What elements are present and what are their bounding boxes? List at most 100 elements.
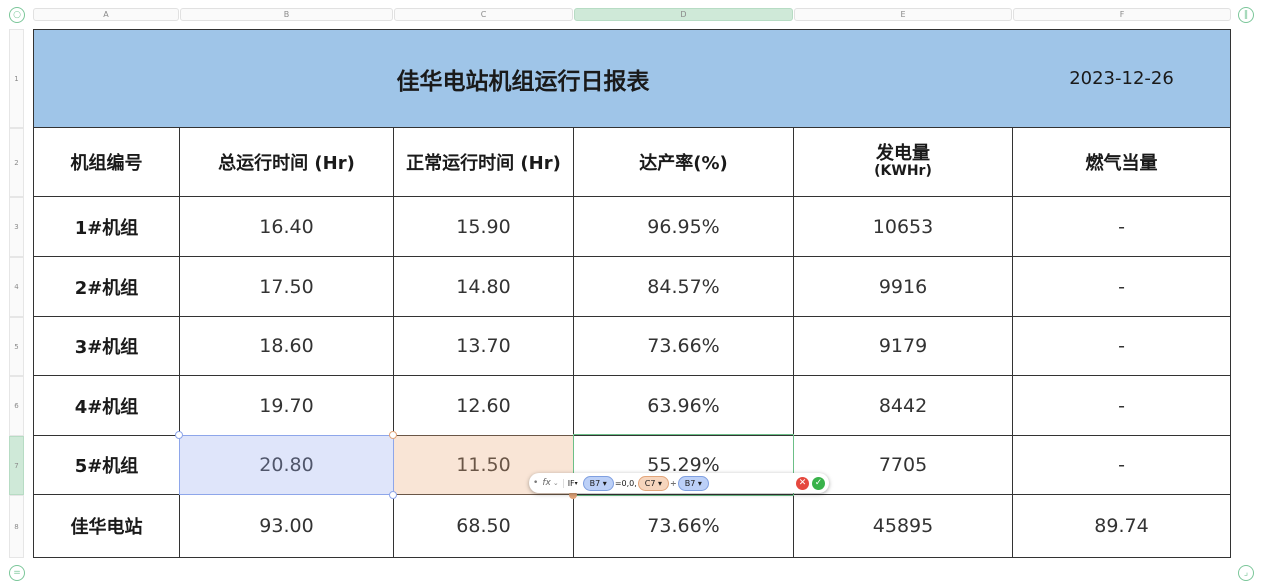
column-header-a[interactable]: A [33, 8, 179, 21]
header-label: 正常运行时间 (Hr) [406, 153, 561, 174]
select-all-circle-icon[interactable]: ○ [9, 7, 25, 23]
cell-unit[interactable]: 2#机组 [34, 257, 180, 317]
header-label: 发电量 [876, 143, 930, 165]
column-header-d[interactable]: D [574, 8, 793, 21]
row-header-8[interactable]: 8 [9, 495, 24, 558]
header-output-rate[interactable]: 达产率(%) [574, 128, 794, 197]
formula-editor[interactable]: • fx ⌄ IF ▾ B7 ▾ =0,0, C7 ▾ ÷ B7 ▾ ✕ ✓ [529, 473, 829, 493]
cell-unit[interactable]: 4#机组 [34, 376, 180, 436]
cell-normal-runtime[interactable]: 12.60 [394, 376, 574, 436]
formula-token-c7[interactable]: C7 ▾ [637, 475, 670, 491]
cell-gas-equivalent[interactable]: - [1013, 317, 1231, 376]
row-header-3[interactable]: 3 [9, 197, 24, 257]
selection-handle-top-left[interactable] [175, 431, 183, 439]
header-generation[interactable]: 发电量 (KWHr) [794, 128, 1013, 197]
header-total-runtime[interactable]: 总运行时间 (Hr) [180, 128, 394, 197]
cell-normal-runtime[interactable]: 14.80 [394, 257, 574, 317]
function-dropdown-icon: ▾ [574, 479, 578, 487]
cell-generation[interactable]: 10653 [794, 197, 1013, 257]
cell-normal-runtime[interactable]: 15.90 [394, 197, 574, 257]
column-header-b[interactable]: B [180, 8, 393, 21]
cell-normal-runtime[interactable]: 13.70 [394, 317, 574, 376]
cell-value: 18.60 [259, 335, 314, 357]
cell-output-rate[interactable]: 73.66% [574, 317, 794, 376]
cell-value: 45895 [872, 515, 934, 537]
cell-gas-equivalent[interactable]: - [1013, 376, 1231, 436]
cell-output-rate[interactable]: 96.95% [574, 197, 794, 257]
cell-value: - [1118, 335, 1125, 357]
formula-text: =0,0, [614, 478, 637, 488]
column-label: D [680, 10, 687, 19]
row-header-5[interactable]: 5 [9, 317, 24, 376]
cell-unit[interactable]: 5#机组 [34, 436, 180, 495]
cell-value: 9916 [878, 275, 928, 298]
cell-b7-selection[interactable] [179, 435, 394, 495]
cell-output-rate[interactable]: 73.66% [574, 495, 794, 558]
header-label: 总运行时间 (Hr) [218, 153, 355, 174]
report-date[interactable]: 2023-12-26 [1012, 29, 1231, 128]
cell-total-runtime[interactable]: 93.00 [180, 495, 394, 558]
cell-value: 68.50 [456, 515, 511, 537]
column-header-f[interactable]: F [1013, 8, 1231, 21]
cell-total-runtime[interactable]: 16.40 [180, 197, 394, 257]
selection-handle-bottom-right[interactable] [389, 491, 397, 499]
header-gas-equivalent[interactable]: 燃气当量 [1013, 128, 1231, 197]
row-header-4[interactable]: 4 [9, 257, 24, 317]
cell-generation[interactable]: 9916 [794, 257, 1013, 317]
formula-token-b7[interactable]: B7 ▾ [582, 475, 614, 491]
cell-value: 7705 [878, 454, 928, 476]
row-label: 8 [14, 522, 19, 531]
cell-unit[interactable]: 1#机组 [34, 197, 180, 257]
function-fx-icon[interactable]: fx [542, 478, 551, 488]
row-label: 3 [14, 223, 19, 231]
cell-output-rate[interactable]: 63.96% [574, 376, 794, 436]
selection-handle-c7[interactable] [389, 431, 397, 439]
row-label: 6 [14, 402, 19, 410]
header-normal-runtime[interactable]: 正常运行时间 (Hr) [394, 128, 574, 197]
cell-normal-runtime[interactable]: 68.50 [394, 495, 574, 558]
row-header-1[interactable]: 1 [9, 29, 24, 128]
token-label: B7 [684, 478, 696, 488]
resize-table-icon[interactable]: ⌟ [1238, 565, 1254, 581]
cell-value: 93.00 [259, 515, 314, 537]
cell-value: 1#机组 [74, 217, 139, 239]
cell-value: 13.70 [456, 335, 511, 357]
header-label: 机组编号 [70, 153, 143, 174]
header-unit-id[interactable]: 机组编号 [34, 128, 180, 197]
freeze-columns-icon[interactable]: ‖ [1238, 7, 1254, 23]
cell-value: 佳华电站 [70, 517, 143, 538]
column-label: B [283, 10, 290, 19]
cell-value: 73.66% [647, 515, 720, 537]
cell-total-runtime[interactable]: 19.70 [180, 376, 394, 436]
cell-value: 84.57% [647, 275, 720, 298]
cell-value: 12.60 [456, 394, 511, 417]
cell-value: 96.95% [647, 215, 720, 238]
cell-total-runtime[interactable]: 17.50 [180, 257, 394, 317]
cell-gas-equivalent[interactable]: - [1013, 436, 1231, 495]
column-header-c[interactable]: C [394, 8, 573, 21]
row-label: 2 [14, 158, 19, 167]
cell-total-runtime[interactable]: 18.60 [180, 317, 394, 376]
row-header-7[interactable]: 7 [9, 436, 24, 495]
cell-generation[interactable]: 9179 [794, 317, 1013, 376]
cell-generation[interactable]: 8442 [794, 376, 1013, 436]
row-header-2[interactable]: 2 [9, 128, 24, 197]
cell-output-rate[interactable]: 84.57% [574, 257, 794, 317]
column-header-e[interactable]: E [794, 8, 1012, 21]
cell-generation[interactable]: 45895 [794, 495, 1013, 558]
cell-unit[interactable]: 佳华电站 [34, 495, 180, 558]
report-title[interactable]: 佳华电站机组运行日报表 [33, 29, 1013, 128]
cell-gas-equivalent[interactable]: - [1013, 257, 1231, 317]
cell-unit[interactable]: 3#机组 [34, 317, 180, 376]
token-label: C7 [644, 478, 656, 488]
cancel-formula-icon[interactable]: ✕ [796, 476, 809, 490]
function-name[interactable]: IF [562, 478, 575, 488]
cell-gas-equivalent[interactable]: 89.74 [1013, 495, 1231, 558]
row-header-6[interactable]: 6 [9, 376, 24, 436]
formula-token-b7-divisor[interactable]: B7 ▾ [677, 475, 709, 491]
cell-value: - [1118, 394, 1125, 417]
accept-formula-icon[interactable]: ✓ [812, 476, 825, 490]
add-rows-icon[interactable]: = [9, 565, 25, 581]
token-label: B7 [589, 478, 601, 488]
cell-gas-equivalent[interactable]: - [1013, 197, 1231, 257]
